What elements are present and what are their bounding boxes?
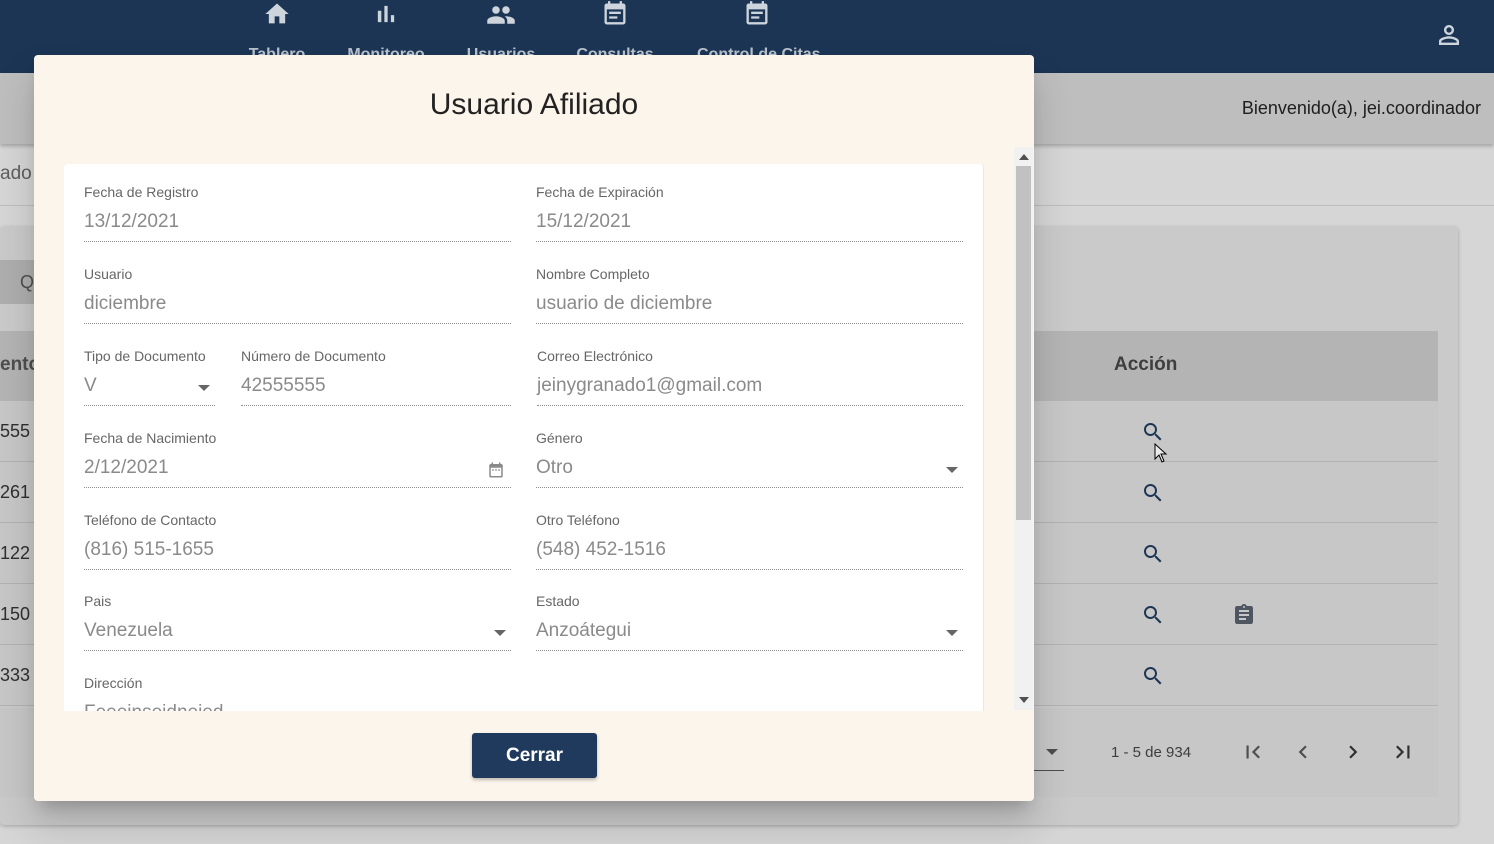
chevron-down-icon xyxy=(946,630,958,636)
field-underline xyxy=(84,487,511,488)
field-value: jeinygranado1@gmail.com xyxy=(537,375,763,396)
field-label: Correo Electrónico xyxy=(537,348,653,364)
field-value: 2/12/2021 xyxy=(84,457,169,478)
field-value: 15/12/2021 xyxy=(536,211,632,232)
field-label: Usuario xyxy=(84,266,133,282)
scroll-down-icon[interactable] xyxy=(1019,697,1029,703)
field-label: Estado xyxy=(536,593,580,609)
chevron-down-icon xyxy=(946,467,958,473)
field-underline xyxy=(537,405,963,406)
field-value: Otro xyxy=(536,457,573,478)
field-label: Otro Teléfono xyxy=(536,512,620,528)
field-label: Número de Documento xyxy=(241,348,386,364)
field-label: Fecha de Registro xyxy=(84,184,199,200)
field-value: V xyxy=(84,375,97,396)
dialog-scrollbar[interactable] xyxy=(1014,147,1033,710)
chevron-down-icon xyxy=(198,385,210,391)
field-value: (816) 515-1655 xyxy=(84,539,214,560)
field-label: Teléfono de Contacto xyxy=(84,512,217,528)
field-value: 42555555 xyxy=(241,375,326,396)
field-label: Pais xyxy=(84,593,112,609)
close-button[interactable]: Cerrar xyxy=(472,733,597,778)
field-value: 13/12/2021 xyxy=(84,211,180,232)
field-underline xyxy=(536,650,963,651)
chevron-down-icon xyxy=(494,630,506,636)
dialog-content[interactable]: Fecha de Registro 13/12/2021 Fecha de Ex… xyxy=(64,164,984,711)
field-value: usuario de diciembre xyxy=(536,293,713,314)
field-value: (548) 452-1516 xyxy=(536,539,666,560)
field-underline xyxy=(536,241,963,242)
field-label: Género xyxy=(536,430,583,446)
field-underline xyxy=(84,569,511,570)
field-label: Dirección xyxy=(84,675,143,691)
field-label: Nombre Completo xyxy=(536,266,650,282)
field-underline xyxy=(536,569,963,570)
dialog-title: Usuario Afiliado xyxy=(429,88,639,121)
field-underline xyxy=(84,323,511,324)
field-underline xyxy=(84,650,511,651)
field-value: Feeeinseidneied xyxy=(84,702,223,711)
field-underline xyxy=(84,241,511,242)
field-value: Venezuela xyxy=(84,620,173,641)
field-underline xyxy=(536,487,963,488)
scroll-up-icon[interactable] xyxy=(1019,154,1029,160)
field-value: Anzoátegui xyxy=(536,620,632,641)
field-underline xyxy=(536,323,963,324)
field-label: Fecha de Nacimiento xyxy=(84,430,217,446)
field-underline xyxy=(84,405,215,406)
field-label: Tipo de Documento xyxy=(84,348,206,364)
form-card: Fecha de Registro 13/12/2021 Fecha de Ex… xyxy=(64,164,983,711)
calendar-icon[interactable] xyxy=(487,461,505,479)
user-dialog: Usuario Afiliado Fecha de Registro 13/12… xyxy=(34,55,1034,801)
field-underline xyxy=(241,405,511,406)
scrollbar-thumb[interactable] xyxy=(1016,166,1031,520)
field-label: Fecha de Expiración xyxy=(536,184,664,200)
field-value: diciembre xyxy=(84,293,167,314)
